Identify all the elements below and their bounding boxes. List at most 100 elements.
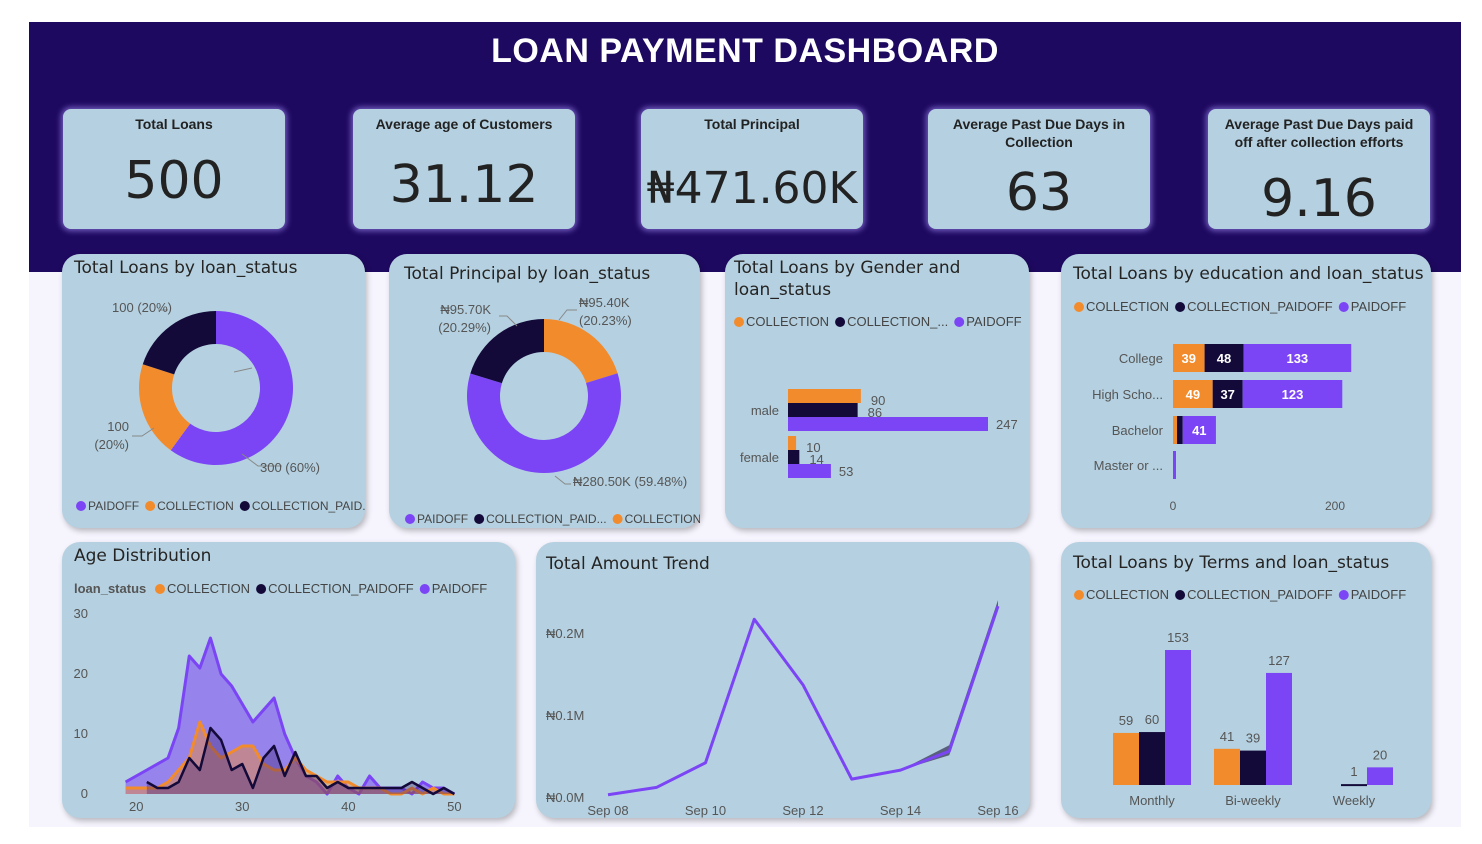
x-tick-label: 0 <box>1170 499 1177 513</box>
legend-marker <box>734 317 744 327</box>
x-tick-label: 40 <box>341 799 355 814</box>
kpi-card-past-due-paidoff[interactable]: Average Past Due Days paid off after col… <box>1208 109 1430 229</box>
legend-label: COLLECTION_PAID... <box>252 499 365 513</box>
data-label: 1 <box>1350 764 1357 779</box>
data-label: (20.23%) <box>579 313 632 328</box>
legend-label: COLLECTION_... <box>847 314 948 329</box>
dashboard-title: LOAN PAYMENT DASHBOARD <box>491 32 999 70</box>
card-principal-by-status[interactable]: Total Principal by loan_status ₦95.40K (2… <box>389 254 700 528</box>
data-label: 37 <box>1220 387 1234 402</box>
data-label: 59 <box>1119 713 1133 728</box>
legend-marker <box>419 584 430 594</box>
bar-segment <box>1173 416 1178 444</box>
y-tick-label: 0 <box>81 786 88 801</box>
data-label: 41 <box>1192 423 1206 438</box>
bar <box>1240 750 1266 785</box>
legend-marker <box>1074 590 1084 600</box>
kpi-card-past-due-collection[interactable]: Average Past Due Days in Collection 63 <box>928 109 1150 229</box>
donut-chart-principal: ₦95.40K (20.23%) ₦280.50K (59.48%) ₦95.70K (… <box>405 295 700 526</box>
legend-label: COLLECTION <box>157 499 234 513</box>
line-chart-trend: ₦0.0M ₦0.1M ₦0.2M Sep 08 Sep 10 Sep 12 Sep 14 S… <box>546 600 1019 818</box>
legend-label: COLLECTION_PAIDOFF <box>1187 587 1333 602</box>
category-label: High Scho... <box>1092 387 1163 402</box>
card-age-distribution[interactable]: Age Distribution loan_status COLLECTION CO… <box>62 542 515 818</box>
x-tick-label: 200 <box>1325 499 1345 513</box>
category-label: female <box>740 450 779 465</box>
kpi-value: 9.16 <box>1261 169 1377 229</box>
data-label: 100 <box>107 419 129 434</box>
kpi-value: 63 <box>1005 163 1073 223</box>
kpi-label: Average age of Customers <box>375 116 553 132</box>
data-label: ₦95.70K <box>440 302 491 317</box>
card-amount-trend[interactable]: Total Amount Trend ₦0.0M ₦0.1M ₦0.2M Sep 08… <box>536 542 1030 818</box>
leader-line <box>132 427 155 437</box>
bar <box>788 403 858 417</box>
x-tick-label: Sep 08 <box>587 803 628 818</box>
bar-chart-education: COLLECTION COLLECTION_PAIDOFF PAIDOFF Colle… <box>1074 299 1406 513</box>
y-tick-label: 30 <box>74 606 88 621</box>
forecast-band <box>900 600 998 771</box>
legend-label: PAIDOFF <box>966 314 1021 329</box>
kpi-value: ₦471.60K <box>646 163 858 214</box>
legend-marker <box>1175 590 1186 600</box>
data-label: ₦280.50K (59.48%) <box>573 474 687 489</box>
kpi-card-average-age[interactable]: Average age of Customers 31.12 <box>353 109 575 229</box>
leader-line <box>233 367 253 373</box>
category-label: Bachelor <box>1112 423 1164 438</box>
legend-label: COLLECTION_PAIDOFF <box>1187 299 1333 314</box>
legend-label: COLLECTION <box>167 581 250 596</box>
legend-marker <box>1074 302 1084 312</box>
y-tick-label: 20 <box>74 666 88 681</box>
legend-label: PAIDOFF <box>417 512 468 526</box>
legend-label: COLLECTION <box>1086 587 1169 602</box>
legend-label: COLLECTION_PAID... <box>486 512 606 526</box>
legend-marker <box>405 514 415 524</box>
x-tick-label: Sep 10 <box>685 803 726 818</box>
legend-marker <box>256 584 267 594</box>
card-loans-by-terms[interactable]: Total Loans by Terms and loan_status COL… <box>1061 542 1431 818</box>
kpi-card-total-principal[interactable]: Total Principal ₦471.60K <box>641 109 863 229</box>
kpi-value: 31.12 <box>389 155 539 215</box>
data-label: 39 <box>1182 351 1196 366</box>
bar <box>1341 784 1367 787</box>
legend-marker <box>954 317 965 327</box>
legend-marker <box>474 514 485 524</box>
data-label: 60 <box>1145 712 1159 727</box>
x-tick-label: 30 <box>235 799 249 814</box>
legend-label: PAIDOFF <box>88 499 139 513</box>
data-label: 300 (60%) <box>260 460 320 475</box>
kpi-label: Total Loans <box>135 116 213 132</box>
data-label: 100 (20%) <box>112 300 172 315</box>
kpi-label: Average Past Due Days paid off after col… <box>1224 116 1414 150</box>
legend-label: COLLECTION <box>746 314 829 329</box>
leader-line <box>558 309 577 321</box>
kpi-card-total-loans[interactable]: Total Loans 500 <box>63 109 285 229</box>
category-label: Monthly <box>1129 793 1175 808</box>
bar <box>788 450 800 464</box>
bar <box>1266 672 1292 785</box>
card-loans-by-gender[interactable]: Total Loans by Gender and loan_status CO… <box>725 254 1029 528</box>
y-tick-label: 10 <box>74 726 88 741</box>
data-label: 39 <box>1246 731 1260 746</box>
bar <box>788 464 831 478</box>
legend-marker <box>76 501 86 511</box>
data-label: 48 <box>1217 351 1231 366</box>
y-tick-label: ₦0.0M <box>546 790 584 805</box>
y-tick-label: ₦0.1M <box>546 708 584 723</box>
legend-label: PAIDOFF <box>1351 299 1406 314</box>
kpi-label: Average Past Due Days in Collection <box>952 116 1126 150</box>
bar-chart-gender: COLLECTION COLLECTION_... PAIDOFFmale90862… <box>734 314 1022 479</box>
card-loans-by-education[interactable]: Total Loans by education and loan_status… <box>1061 254 1431 528</box>
donut-slice <box>142 311 216 375</box>
area-chart-age: loan_status COLLECTION COLLECTION_PAIDOFF P… <box>74 581 488 814</box>
x-tick-label: Sep 14 <box>880 803 921 818</box>
data-label: 247 <box>996 417 1018 432</box>
bar <box>1113 732 1139 785</box>
legend-marker <box>612 514 623 524</box>
bar <box>788 389 861 403</box>
bar-segment <box>1177 416 1183 444</box>
data-label: 41 <box>1220 729 1234 744</box>
card-loans-by-status[interactable]: Total Loans by loan_status 300 (60%) 100(… <box>62 254 365 528</box>
legend-label: COLLECTION <box>1086 299 1169 314</box>
bar <box>788 436 797 450</box>
